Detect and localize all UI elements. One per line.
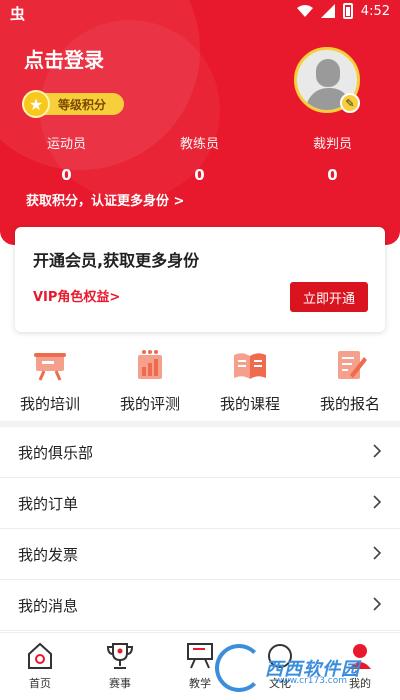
watermark-logo-icon (215, 644, 263, 692)
star-icon: ★ (22, 90, 50, 118)
nav-events[interactable]: 赛事 (80, 633, 160, 700)
chevron-right-icon (373, 444, 382, 458)
quick-action-label: 我的报名 (319, 395, 380, 413)
stat-referee[interactable]: 裁判员 0 (266, 133, 399, 184)
menu-list: 我的俱乐部 我的订单 我的发票 我的消息 (0, 427, 400, 631)
quick-action-label: 我的评测 (119, 395, 180, 413)
stat-label: 教练员 (179, 137, 219, 152)
quick-action-label: 我的课程 (219, 395, 280, 413)
menu-item-label: 我的订单 (18, 494, 79, 513)
battery-icon (342, 3, 353, 19)
status-bar: 虫 4:52 (0, 0, 400, 24)
vip-rights-link[interactable]: VIP角色权益> (33, 286, 120, 305)
chevron-right-icon (373, 495, 382, 509)
menu-item-label: 我的消息 (18, 596, 79, 615)
menu-item-club[interactable]: 我的俱乐部 (0, 427, 400, 478)
menu-item-invoices[interactable]: 我的发票 (0, 529, 400, 580)
course-book-icon (234, 353, 266, 379)
site-watermark: 西西软件园 www.cr173.com (215, 642, 385, 694)
quick-actions: 我的培训 我的评测 我的课程 我的报名 (0, 343, 400, 421)
level-points-badge[interactable]: ★ 等级积分 (22, 90, 124, 118)
home-icon (28, 642, 52, 669)
open-vip-button[interactable]: 立即开通 (290, 282, 368, 312)
stat-label: 运动员 (46, 137, 86, 152)
stat-value: 0 (61, 166, 72, 184)
login-link[interactable]: 点击登录 (24, 44, 104, 73)
status-time: 4:52 (360, 3, 390, 19)
quick-action-course[interactable]: 我的课程 (200, 343, 300, 421)
stat-coach[interactable]: 教练员 0 (133, 133, 266, 184)
nav-home[interactable]: 首页 (0, 633, 80, 700)
stat-label: 裁判员 (312, 137, 352, 152)
nav-label: 赛事 (109, 677, 131, 690)
trophy-icon (106, 643, 134, 669)
menu-item-label: 我的发票 (18, 545, 79, 564)
edit-pencil-icon[interactable]: ✎ (340, 93, 360, 113)
watermark-url: www.cr173.com (275, 676, 348, 686)
evaluation-chart-icon (138, 350, 162, 379)
profile-header: 虫 4:52 点击登录 ★ 等级积分 ✎ 运动员 0 教练员 0 裁判员 0 获… (0, 0, 400, 245)
app-notification-icon: 虫 (10, 5, 26, 23)
earn-points-link[interactable]: 获取积分，认证更多身份 > (26, 190, 184, 209)
chevron-right-icon (373, 546, 382, 560)
menu-item-orders[interactable]: 我的订单 (0, 478, 400, 529)
vip-title: 开通会员,获取更多身份 (33, 251, 200, 270)
quick-action-evaluation[interactable]: 我的评测 (100, 343, 200, 421)
menu-item-messages[interactable]: 我的消息 (0, 580, 400, 631)
signal-icon (320, 4, 335, 18)
chevron-right-icon (373, 597, 382, 611)
nav-label: 首页 (29, 677, 51, 690)
teaching-board-icon (187, 643, 213, 669)
quick-action-training[interactable]: 我的培训 (0, 343, 100, 421)
signup-form-icon (338, 351, 367, 379)
menu-item-label: 我的俱乐部 (18, 443, 94, 462)
wifi-icon (296, 5, 313, 17)
level-points-label: 等级积分 (58, 97, 107, 112)
quick-action-signup[interactable]: 我的报名 (300, 343, 400, 421)
training-board-icon (34, 353, 66, 381)
avatar-head (316, 59, 340, 87)
vip-card: 开通会员,获取更多身份 VIP角色权益> 立即开通 (15, 227, 385, 332)
stat-value: 0 (327, 166, 338, 184)
stat-athlete[interactable]: 运动员 0 (0, 133, 133, 184)
quick-action-label: 我的培训 (19, 395, 80, 413)
stat-value: 0 (194, 166, 205, 184)
role-stats: 运动员 0 教练员 0 裁判员 0 (0, 133, 400, 184)
